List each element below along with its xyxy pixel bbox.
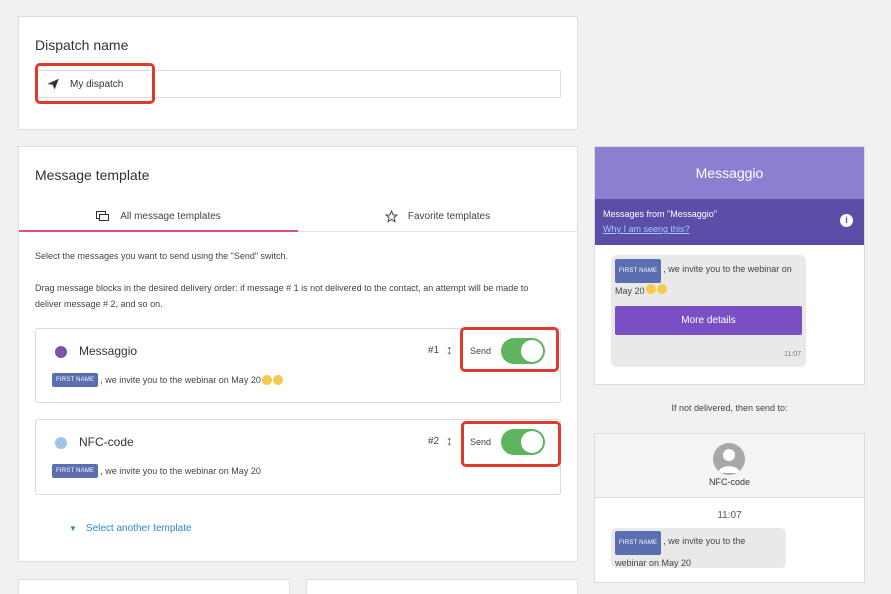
preview-sender-info: Messages from "Messaggio" Why I am seeng…: [595, 199, 864, 245]
order-number: #1: [428, 345, 440, 356]
nfc-preview-header: NFC-code: [595, 434, 864, 498]
person-icon: [718, 449, 740, 473]
drag-sort-icon[interactable]: ↕: [446, 342, 453, 357]
tab-favorite-templates-label: Favorite templates: [407, 211, 491, 222]
message-text-line: FIRST NAME , we invite you to the webina…: [52, 373, 283, 387]
message-template-title: Message template: [35, 167, 150, 183]
viber-preview-card: Messaggio Messages from "Messaggio" Why …: [594, 146, 865, 385]
channel-name: NFC-code: [79, 435, 134, 449]
nfc-message-time: 11:07: [717, 510, 742, 521]
fallback-label: If not delivered, then send to:: [671, 403, 788, 413]
tab-favorite-templates[interactable]: Favorite templates: [298, 202, 577, 231]
bottom-card-right: [306, 579, 578, 594]
star-icon: [384, 210, 398, 223]
emoji-wink-icon: [656, 284, 667, 294]
nfc-preview-card: NFC-code 11:07 FIRST NAME, we invite you…: [594, 433, 865, 583]
tab-all-templates-label: All message templates: [120, 211, 221, 222]
instructions-drag: Drag message blocks in the desired deliv…: [35, 283, 529, 309]
emoji-wink-icon: [272, 375, 283, 385]
nfc-message-bubble: FIRST NAME, we invite you to the webinar…: [611, 528, 786, 568]
chat-bubbles-icon: [96, 210, 110, 221]
bottom-card-left: [18, 579, 290, 594]
send-toggle-highlight-1: [460, 327, 559, 372]
dispatch-name-highlight: [35, 63, 155, 104]
tab-all-templates[interactable]: All message templates: [19, 202, 298, 232]
info-icon[interactable]: i: [840, 214, 853, 227]
messages-from-text: Messages from "Messaggio": [603, 209, 717, 219]
send-toggle-highlight-2: [461, 421, 561, 467]
why-seeing-link[interactable]: Why I am seeng this?: [603, 224, 856, 234]
nfc-message-text-2: webinar on May 20: [615, 558, 692, 568]
first-name-tag: FIRST NAME: [52, 373, 99, 387]
select-another-label: Select another template: [85, 523, 192, 534]
nfc-icon: [55, 437, 67, 449]
first-name-tag: FIRST NAME: [615, 259, 662, 283]
dispatch-name-title: Dispatch name: [35, 37, 129, 53]
select-another-template-link[interactable]: ▼ Select another template: [69, 523, 192, 534]
template-tabs: All message templates Favorite templates: [19, 202, 577, 232]
instructions-select: Select the messages you want to send usi…: [35, 251, 289, 261]
drag-sort-icon[interactable]: ↕: [446, 433, 453, 448]
viber-icon: [55, 346, 67, 358]
emoji-scream-icon: [645, 284, 656, 294]
first-name-tag: FIRST NAME: [615, 531, 662, 555]
nfc-sender-name: NFC-code: [708, 477, 750, 487]
more-details-button[interactable]: More details: [615, 306, 802, 335]
message-text: , we invite you to the webinar on May 20: [100, 375, 261, 385]
channel-name: Messaggio: [79, 344, 138, 358]
nfc-message-text-1: , we invite you to the: [663, 536, 746, 546]
message-text-line: FIRST NAME , we invite you to the webina…: [52, 464, 261, 478]
avatar: [713, 443, 745, 475]
message-time: 11:07: [784, 351, 801, 358]
preview-message-bubble: FIRST NAME, we invite you to the webinar…: [611, 255, 806, 367]
caret-down-icon: ▼: [69, 524, 77, 533]
message-text: , we invite you to the webinar on May 20: [100, 466, 261, 476]
first-name-tag: FIRST NAME: [52, 464, 99, 478]
preview-sender-name: Messaggio: [595, 147, 864, 199]
emoji-scream-icon: [261, 375, 272, 385]
order-number: #2: [428, 436, 440, 447]
